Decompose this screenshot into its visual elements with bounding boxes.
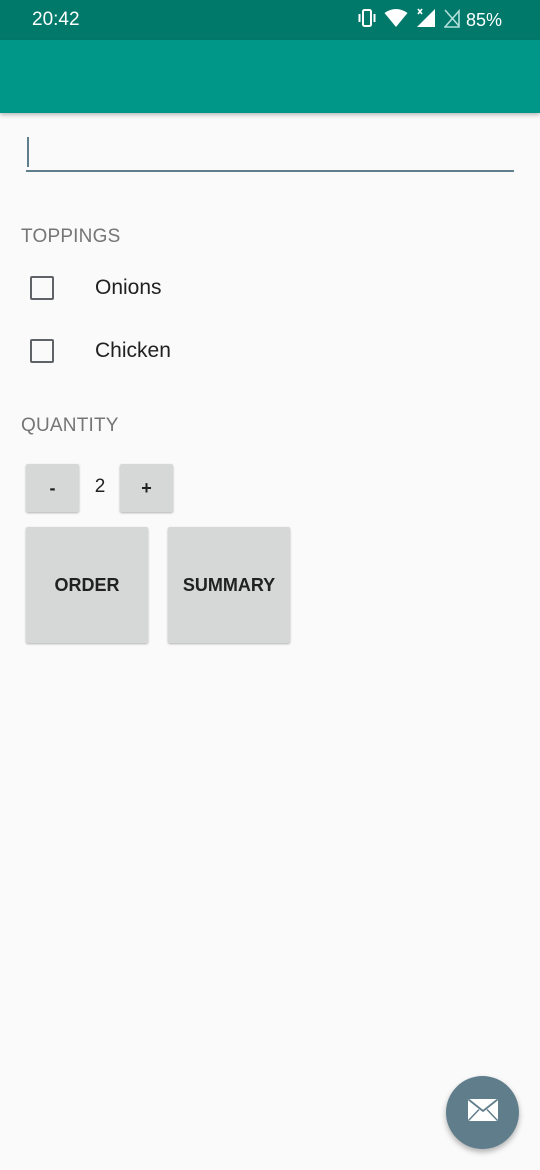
chicken-label: Chicken bbox=[95, 339, 171, 362]
summary-button[interactable]: SUMMARY bbox=[168, 527, 290, 643]
name-input[interactable] bbox=[26, 134, 514, 172]
order-button[interactable]: ORDER bbox=[26, 527, 148, 643]
decrement-button[interactable]: - bbox=[26, 464, 79, 512]
quantity-header: QUANTITY bbox=[21, 415, 119, 436]
text-cursor bbox=[27, 137, 29, 167]
onions-label: Onions bbox=[95, 276, 162, 299]
toppings-header: TOPPINGS bbox=[21, 226, 121, 247]
no-sim-icon bbox=[443, 8, 460, 33]
chicken-checkbox[interactable] bbox=[30, 339, 54, 363]
app-bar bbox=[0, 40, 540, 113]
status-bar: 20:42 85% bbox=[0, 0, 540, 40]
email-fab[interactable] bbox=[446, 1076, 519, 1149]
email-icon bbox=[467, 1098, 499, 1127]
onions-checkbox[interactable] bbox=[30, 276, 54, 300]
status-icons: 85% bbox=[350, 8, 502, 32]
topping-onions-row[interactable]: Onions bbox=[30, 276, 162, 300]
topping-chicken-row[interactable]: Chicken bbox=[30, 339, 171, 363]
vibrate-icon bbox=[358, 8, 376, 33]
quantity-value: 2 bbox=[94, 476, 106, 497]
signal-icon bbox=[416, 8, 436, 33]
battery-level: 85% bbox=[465, 9, 502, 30]
wifi-icon bbox=[384, 8, 408, 33]
increment-button[interactable]: + bbox=[120, 464, 173, 512]
status-time: 20:42 bbox=[32, 9, 80, 30]
